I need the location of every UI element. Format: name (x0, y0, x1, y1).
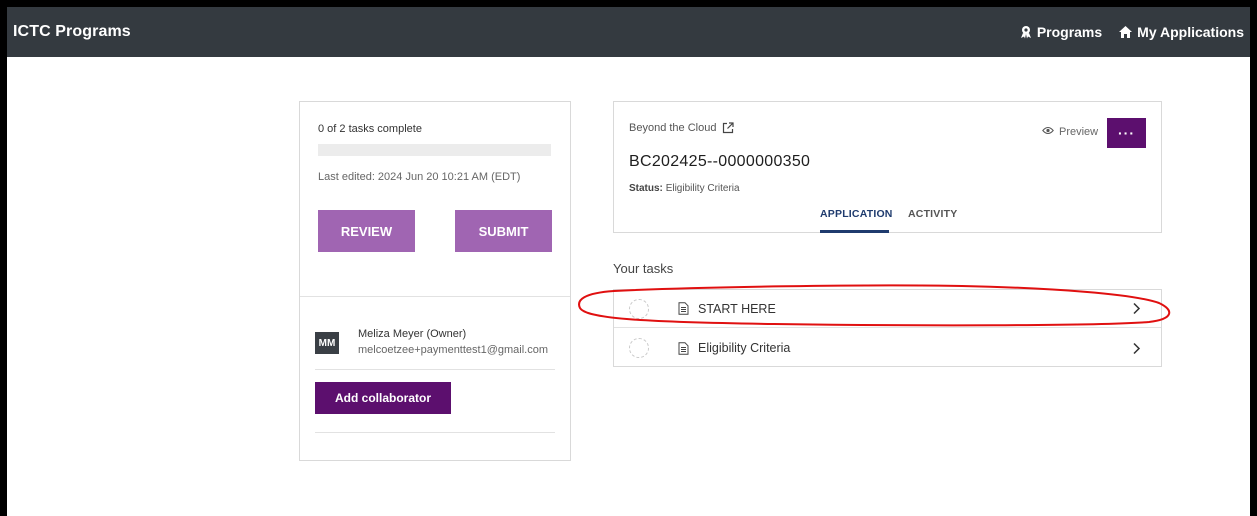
application-summary-panel: 0 of 2 tasks complete Last edited: 2024 … (299, 101, 571, 461)
tasks-complete-text: 0 of 2 tasks complete (318, 123, 422, 135)
status-value: Eligibility Criteria (665, 183, 740, 194)
preview-label: Preview (1059, 126, 1099, 138)
screenshot-frame (0, 0, 1257, 516)
home-icon (1118, 25, 1133, 39)
top-navbar: ICTC Programs Programs My Applications (7, 7, 1250, 57)
tab-activity[interactable]: ACTIVITY (908, 208, 957, 220)
eye-icon (1042, 126, 1054, 138)
nav-programs[interactable]: Programs (1019, 24, 1102, 40)
nav-my-applications[interactable]: My Applications (1118, 24, 1244, 40)
chevron-right-icon (1132, 342, 1141, 355)
document-icon (678, 302, 689, 315)
collaborator-email: melcoetzee+paymenttest1@gmail.com (358, 344, 549, 356)
award-icon (1019, 25, 1033, 39)
review-button[interactable]: REVIEW (318, 210, 415, 252)
more-options-button[interactable]: ··· (1107, 118, 1146, 148)
task-label: START HERE (698, 301, 776, 316)
task-row-start-here[interactable]: START HERE (614, 290, 1161, 328)
nav-my-applications-label: My Applications (1137, 24, 1244, 40)
application-id: BC202425--0000000350 (629, 153, 811, 170)
document-icon (678, 341, 689, 355)
preview-button[interactable]: Preview (1042, 126, 1098, 138)
submit-button[interactable]: SUBMIT (455, 210, 552, 252)
status-row: Status: Eligibility Criteria (629, 183, 740, 194)
nav-programs-label: Programs (1036, 24, 1103, 40)
top-nav: Programs My Applications (1019, 24, 1244, 40)
task-list: START HERE Eligibility Criteria (613, 289, 1162, 367)
last-edited-text: Last edited: 2024 Jun 20 10:21 AM (EDT) (318, 171, 521, 183)
external-link-icon (722, 122, 735, 134)
application-card: Beyond the Cloud Preview ··· BC202425--0… (613, 101, 1162, 233)
program-link[interactable]: Beyond the Cloud (629, 122, 735, 134)
divider (300, 296, 570, 297)
task-status-circle (629, 338, 649, 358)
chevron-right-icon (1132, 302, 1141, 315)
your-tasks-heading: Your tasks (613, 261, 674, 276)
divider (315, 369, 555, 370)
program-name: Beyond the Cloud (629, 122, 717, 134)
collaborator-name: Meliza Meyer (Owner) (358, 328, 467, 340)
task-progress-bar (318, 144, 551, 156)
task-label: Eligibility Criteria (698, 341, 791, 355)
avatar: MM (315, 332, 339, 354)
status-label: Status: (629, 183, 663, 194)
task-row-eligibility-criteria[interactable]: Eligibility Criteria (614, 329, 1161, 367)
task-status-circle (629, 298, 649, 319)
brand-title[interactable]: ICTC Programs (13, 23, 131, 41)
tab-application[interactable]: APPLICATION (820, 208, 893, 220)
active-tab-indicator (820, 230, 889, 233)
add-collaborator-button[interactable]: Add collaborator (315, 382, 451, 414)
divider (315, 432, 555, 433)
